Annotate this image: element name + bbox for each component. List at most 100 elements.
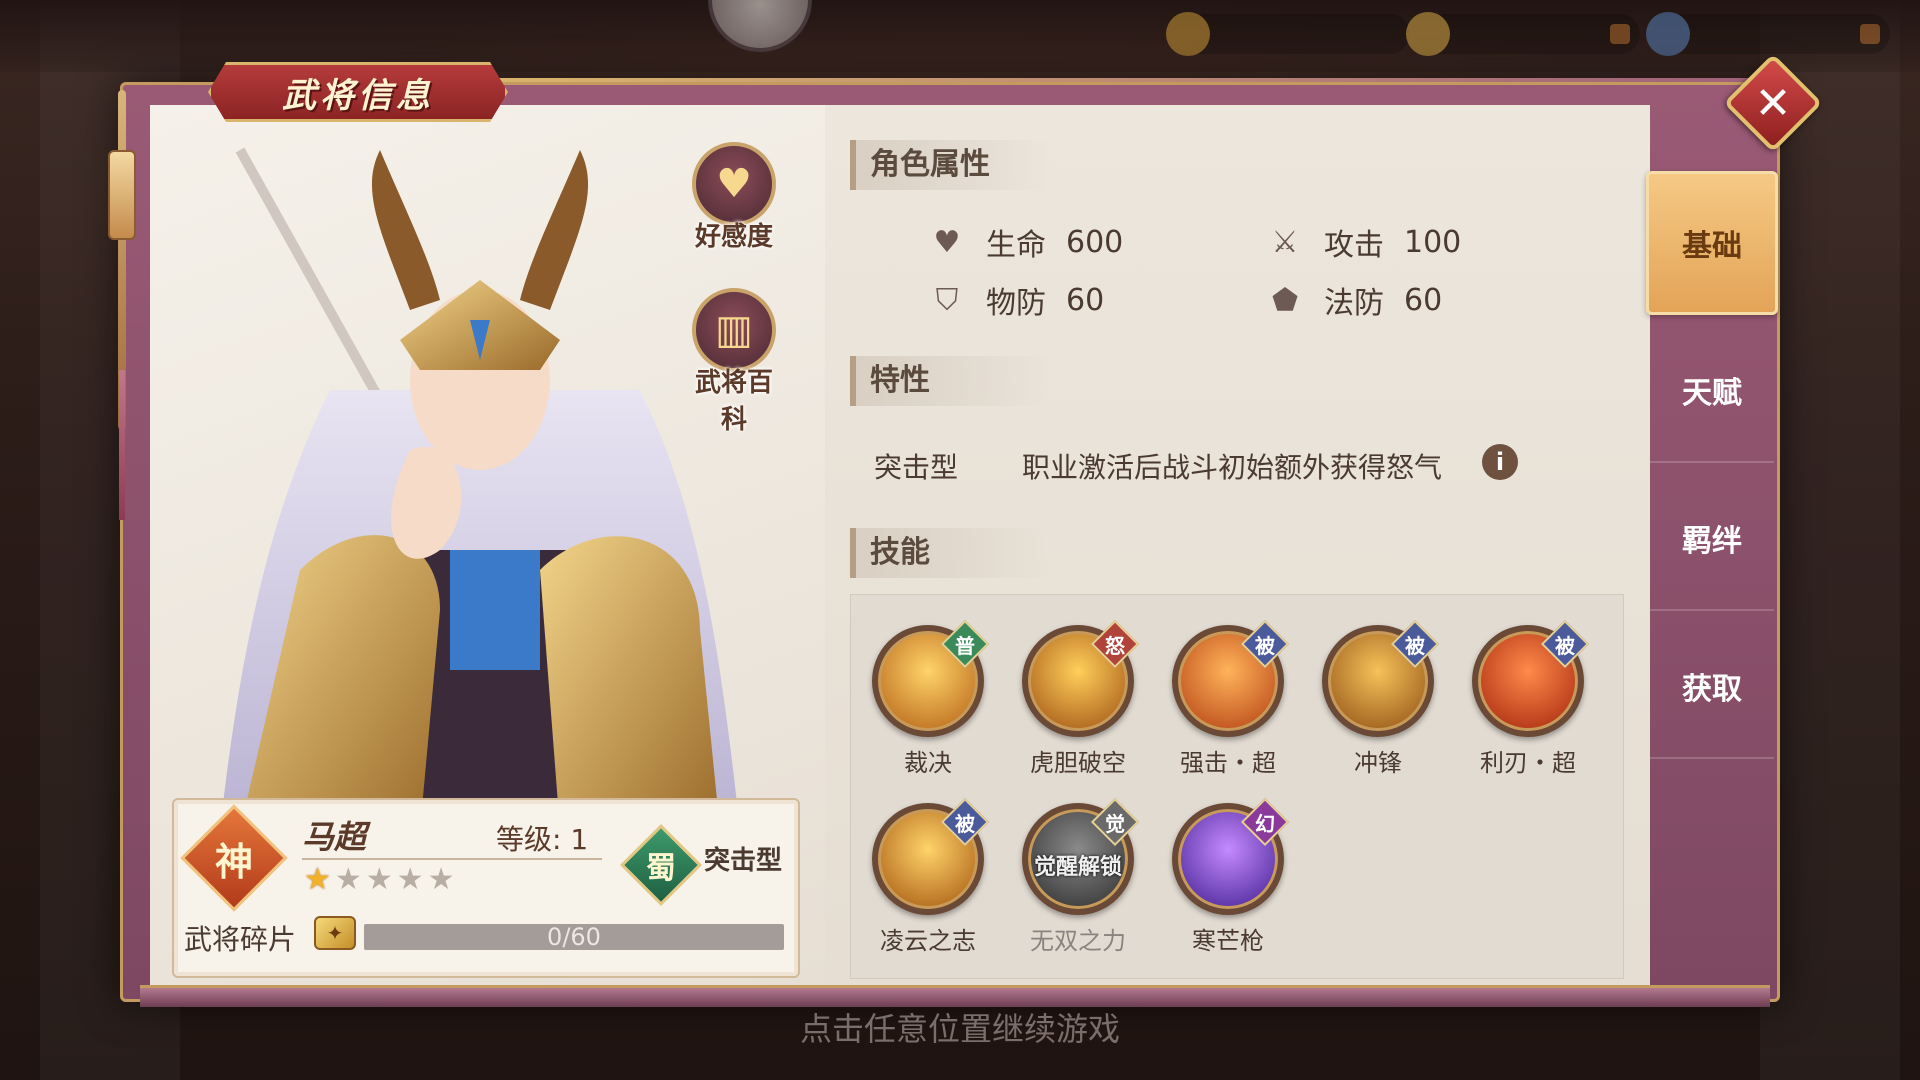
star-icon: ★ [365, 862, 393, 897]
trait-name: 突击型 [874, 451, 959, 484]
skill-icon: 被 [1172, 619, 1290, 737]
tab-2[interactable]: 羁绊 [1650, 467, 1774, 611]
attr-phys-def: ⛉ 物防 60 [930, 278, 1104, 322]
skill-icon: 普 [872, 619, 990, 737]
attr-hp: ♥ 生命 600 [930, 220, 1124, 264]
star-icon: ★ [396, 862, 424, 897]
skill-name: 强击・超 [1180, 749, 1276, 777]
affinity-button[interactable]: ♥ 好感度 [684, 142, 784, 253]
tab-bar: 基础 天赋 羁绊 获取 [1646, 105, 1778, 985]
skill-item[interactable]: 普裁决 [863, 619, 993, 778]
encyclopedia-button[interactable]: ▥ 武将百科 [684, 288, 784, 436]
attr-hp-value: 600 [1066, 224, 1124, 260]
affinity-label: 好感度 [694, 222, 773, 252]
attr-phys-def-value: 60 [1066, 282, 1105, 318]
skill-tag-badge: 怒 [1090, 619, 1140, 669]
skill-icon: 觉觉醒解锁 [1022, 797, 1140, 915]
resource-gem[interactable] [1406, 12, 1640, 56]
star-rating: ★ ★ ★ ★ ★ [304, 864, 455, 896]
resource-gold[interactable] [1166, 12, 1410, 56]
divider [302, 858, 602, 860]
hero-level: 等级: 1 [496, 823, 589, 856]
skills-grid: 普裁决怒虎胆破空被强击・超被冲锋被利刃・超被凌云之志觉觉醒解锁 无双之力幻寒芒枪 [850, 594, 1624, 979]
skill-name: 虎胆破空 [1030, 749, 1126, 777]
heart-icon: ♥ [692, 142, 776, 226]
fragments-progress-bar: 0/60 [364, 924, 784, 950]
skill-icon: 幻 [1172, 797, 1290, 915]
stamina-icon [1646, 12, 1690, 56]
top-bar [0, 0, 1920, 72]
fragments-label: 武将碎片 [184, 923, 297, 956]
skill-icon: 被 [872, 797, 990, 915]
skill-item[interactable]: 觉觉醒解锁无双之力 [1013, 797, 1143, 956]
rarity-badge: 神 [180, 804, 288, 912]
skill-tag-badge: 被 [1390, 619, 1440, 669]
skill-tag-badge: 普 [940, 619, 990, 669]
attr-attack-value: 100 [1404, 224, 1462, 260]
add-gem-icon[interactable] [1610, 24, 1630, 44]
skill-name: 冲锋 [1354, 749, 1402, 777]
skill-item[interactable]: 被强击・超 [1163, 619, 1293, 778]
skill-name: 寒芒枪 [1192, 927, 1264, 955]
star-icon: ★ [304, 862, 331, 897]
skill-icon: 怒 [1022, 619, 1140, 737]
continue-hint[interactable]: 点击任意位置继续游戏 [0, 1004, 1920, 1050]
attributes-section-title: 角色属性 [850, 140, 1050, 190]
attr-attack: ⚔ 攻击 100 [1268, 220, 1462, 264]
attr-phys-def-label: 物防 [986, 286, 1046, 321]
book-icon: ▥ [692, 288, 776, 372]
gem-icon [1406, 12, 1450, 56]
hero-type: 突击型 [704, 846, 783, 876]
skill-tag-badge: 幻 [1240, 797, 1290, 847]
hero-info-card: 神 马超 等级: 1 ★ ★ ★ ★ ★ 蜀 突击型 武将碎片 ✦ 0/60 [172, 798, 800, 978]
skill-icon: 被 [1472, 619, 1590, 737]
skill-icon: 被 [1322, 619, 1440, 737]
tab-3[interactable]: 获取 [1650, 615, 1774, 759]
skill-tag-badge: 觉 [1090, 797, 1140, 847]
title-underline [495, 78, 1755, 82]
traits-section-title: 特性 [850, 356, 1050, 406]
gold-coin-icon [1166, 12, 1210, 56]
attr-magic-def-label: 法防 [1324, 286, 1384, 321]
skill-tag-badge: 被 [1240, 619, 1290, 669]
sword-icon: ⚔ [1271, 224, 1299, 260]
faction-badge-text: 蜀 [646, 851, 676, 886]
trait-description: 职业激活后战斗初始额外获得怒气 [1022, 451, 1443, 484]
info-icon[interactable]: i [1482, 444, 1518, 480]
skill-tag-badge: 被 [1540, 619, 1590, 669]
encyclopedia-label: 武将百科 [694, 368, 773, 435]
skill-item[interactable]: 被凌云之志 [863, 797, 993, 956]
hanging-lantern-decoration [108, 90, 138, 520]
skill-item[interactable]: 怒虎胆破空 [1013, 619, 1143, 778]
fragment-icon: ✦ [314, 916, 356, 950]
rarity-badge-text: 神 [214, 838, 253, 884]
add-stamina-icon[interactable] [1860, 24, 1880, 44]
skill-item[interactable]: 被利刃・超 [1463, 619, 1593, 778]
page-title: 武将信息 [282, 75, 434, 116]
tab-0[interactable]: 基础 [1646, 171, 1778, 315]
shield-icon: ⛉ [935, 282, 959, 318]
attr-magic-def-value: 60 [1404, 282, 1443, 318]
resource-stamina[interactable] [1646, 12, 1890, 56]
tab-1[interactable]: 天赋 [1650, 319, 1774, 463]
skills-section-title: 技能 [850, 528, 1050, 578]
skill-lock-text: 觉醒解锁 [1033, 855, 1122, 880]
hero-name: 马超 [302, 818, 367, 856]
attr-attack-label: 攻击 [1324, 228, 1384, 263]
skill-name: 凌云之志 [880, 927, 976, 955]
skill-item[interactable]: 被冲锋 [1313, 619, 1443, 778]
skill-name: 无双之力 [1030, 927, 1126, 955]
title-banner: 武将信息 [208, 62, 508, 122]
faction-badge: 蜀 [619, 823, 703, 907]
skill-item[interactable]: 幻寒芒枪 [1163, 797, 1293, 956]
attr-magic-def: ⬟ 法防 60 [1268, 278, 1442, 322]
fragments-progress-text: 0/60 [547, 923, 601, 951]
skill-name: 利刃・超 [1480, 749, 1576, 777]
skill-name: 裁决 [904, 749, 952, 777]
star-icon: ★ [334, 862, 362, 897]
heart-icon: ♥ [933, 224, 961, 260]
attr-hp-label: 生命 [986, 228, 1046, 263]
skill-tag-badge: 被 [940, 797, 990, 847]
player-avatar[interactable] [708, 0, 812, 52]
magic-shield-icon: ⬟ [1271, 282, 1299, 318]
